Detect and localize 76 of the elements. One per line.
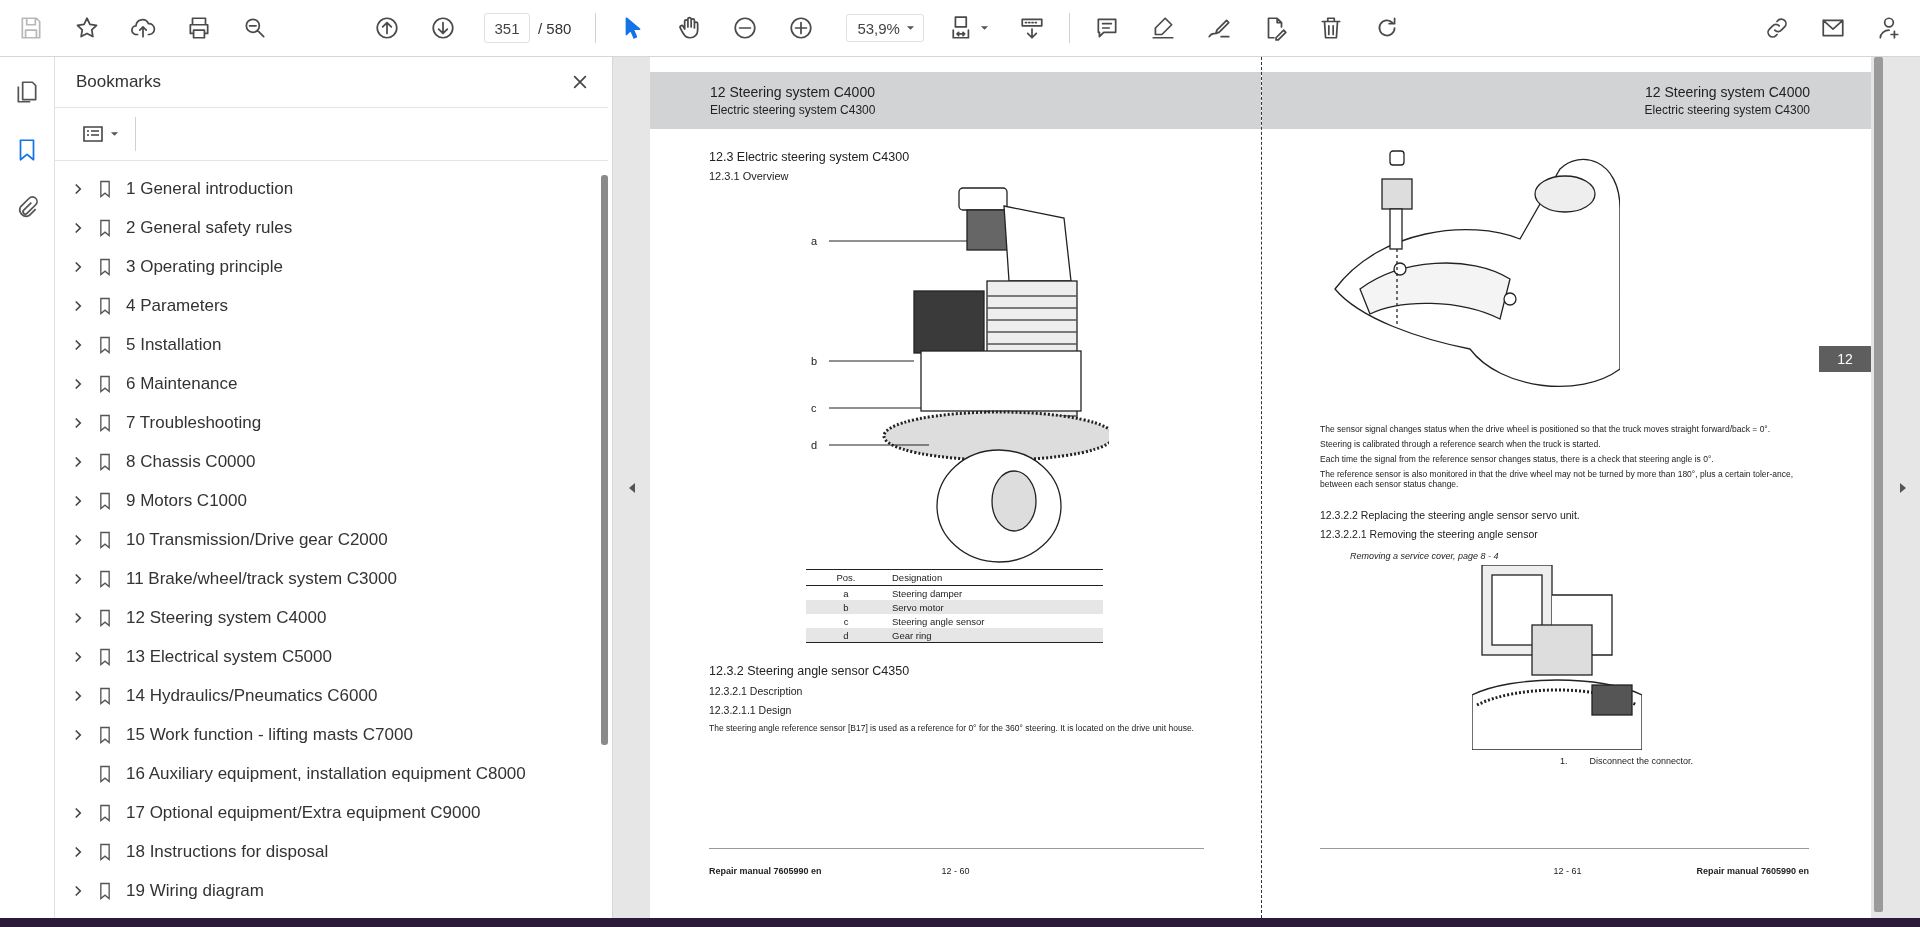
- bookmark-item[interactable]: 19 Wiring diagram: [126, 880, 264, 901]
- bookmark-item[interactable]: 7 Troubleshooting: [126, 412, 262, 433]
- page-number: 12 - 60: [941, 866, 970, 876]
- column-header: Designation: [886, 569, 1103, 586]
- scrollbar[interactable]: [600, 175, 608, 745]
- bookmark-item[interactable]: 9 Motors C1000: [126, 490, 247, 511]
- caret-icon[interactable]: [980, 25, 990, 31]
- callout-label: b: [811, 355, 818, 367]
- bookmark-item[interactable]: 12 Steering system C4000: [126, 607, 327, 628]
- bookmark-item[interactable]: 17 Optional equipment/Extra equipment C9000: [126, 802, 481, 823]
- paragraph: Each time the signal from the reference sensor changes status, there is a check that steering angle is 0°.: [1320, 454, 1715, 464]
- expand-arrow-icon[interactable]: [1899, 481, 1907, 494]
- subheading: 12.3.2.1 Description: [709, 685, 803, 698]
- bookmark-item[interactable]: 4 Parameters: [126, 295, 229, 316]
- page-number-field[interactable]: 351: [484, 13, 530, 43]
- paragraph: The reference sensor is also monitored in that the drive wheel may not be turned by more than 180°, plus a certain toler-ance, between each sensor status change.: [1320, 469, 1795, 489]
- panel-title: Bookmarks: [76, 72, 162, 92]
- chapter-title: 12 Steering system C4000: [710, 84, 876, 100]
- page-count: / 580: [538, 19, 572, 37]
- bookmark-item[interactable]: 2 General safety rules: [126, 217, 293, 238]
- cross-reference: Removing a service cover, page 8 - 4: [1350, 551, 1499, 561]
- table-cell: Steering damper: [886, 585, 1103, 600]
- table-cell: Gear ring: [886, 628, 1103, 643]
- zoom-in-icon[interactable]: [788, 15, 815, 41]
- callout-label: a: [811, 235, 818, 247]
- section-subtitle: Electric steering system C4300: [1644, 103, 1810, 117]
- bookmark-item[interactable]: 5 Installation: [126, 334, 222, 355]
- footer-text: Repair manual 7605990 en: [709, 866, 822, 876]
- bookmark-item[interactable]: 10 Transmission/Drive gear C2000: [126, 529, 388, 550]
- caret-icon[interactable]: [110, 131, 119, 137]
- up-arrow-icon[interactable]: [374, 15, 400, 41]
- subheading: 12.3.2.1.1 Design: [709, 704, 792, 717]
- zoom-out-icon[interactable]: [732, 15, 759, 41]
- column-header: Pos.: [806, 569, 886, 586]
- page-number: 12 - 61: [1553, 866, 1582, 876]
- table-cell: d: [806, 628, 886, 643]
- chapter-title: 12 Steering system C4000: [1645, 84, 1810, 100]
- bookmark-item[interactable]: 16 Auxiliary equipment, installation equipment C8000: [126, 763, 526, 784]
- bookmark-item[interactable]: 14 Hydraulics/Pneumatics C6000: [126, 685, 378, 706]
- heading: 12.3.2.2 Replacing the steering angle sensor servo unit.: [1320, 509, 1580, 522]
- heading: 12.3 Electric steering system C4300: [709, 149, 910, 165]
- bookmark-item[interactable]: 3 Operating principle: [126, 256, 283, 277]
- scrollbar[interactable]: [1874, 57, 1883, 912]
- section-subtitle: Electric steering system C4300: [710, 103, 876, 117]
- bookmark-item[interactable]: 15 Work function - lifting masts C7000: [126, 724, 413, 745]
- print-icon[interactable]: [186, 15, 212, 41]
- link-icon[interactable]: [1764, 15, 1790, 41]
- down-arrow-icon[interactable]: [430, 15, 456, 41]
- scroll-mode-icon[interactable]: [1019, 15, 1046, 41]
- bookmark-item[interactable]: 8 Chassis C0000: [126, 451, 256, 472]
- paragraph: The sensor signal changes status when the drive wheel is positioned so that the truck moves straight forward/back = 0°.: [1320, 424, 1772, 434]
- paragraph: Steering is calibrated through a reference search when the truck is started.: [1320, 439, 1602, 449]
- callout-label: c: [811, 402, 817, 414]
- bookmark-item[interactable]: 6 Maintenance: [126, 373, 238, 394]
- heading: 12.3.2 Steering angle sensor C4350: [709, 663, 910, 679]
- callout-label: d: [811, 439, 818, 451]
- bookmark-item[interactable]: 13 Electrical system C5000: [126, 646, 332, 667]
- step-text: Disconnect the connector.: [1589, 756, 1694, 766]
- footer-text: Repair manual 7605990 en: [1696, 866, 1809, 876]
- step-number: 1.: [1560, 756, 1568, 766]
- bookmark-item[interactable]: 18 Instructions for disposal: [126, 841, 329, 862]
- subheading: 12.3.1 Overview: [709, 170, 789, 182]
- table-cell: c: [806, 614, 886, 628]
- table-cell: a: [806, 585, 886, 600]
- subheading: 12.3.2.2.1 Removing the steering angle sensor: [1320, 528, 1538, 541]
- bookmark-item[interactable]: 1 General introduction: [126, 178, 294, 199]
- paragraph: The steering angle reference sensor [B17] is used as a reference for 0° for the 360° steering. It is located on the drive unit house.: [709, 723, 1195, 734]
- collapse-arrow-icon[interactable]: [627, 481, 636, 494]
- table-cell: Servo motor: [886, 600, 1103, 614]
- highlighter-icon[interactable]: [1150, 15, 1177, 41]
- pages-icon[interactable]: [14, 79, 40, 105]
- table-cell: b: [806, 600, 886, 614]
- caret-icon[interactable]: [906, 25, 916, 31]
- zoom-dropdown[interactable]: 53,9%: [846, 14, 925, 42]
- table-cell: Steering angle sensor: [886, 614, 1103, 628]
- bookmark-item[interactable]: 11 Brake/wheel/track system C3000: [126, 568, 397, 589]
